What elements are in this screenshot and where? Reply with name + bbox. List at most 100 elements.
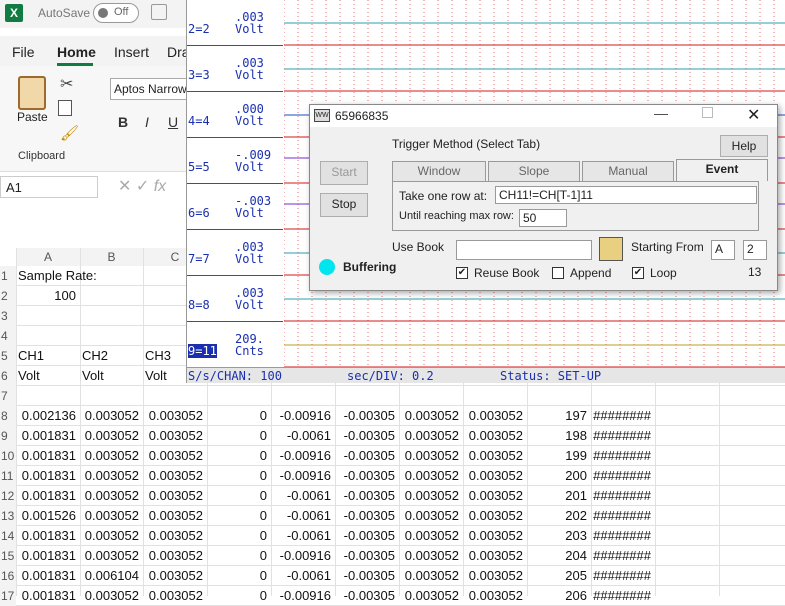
data-cell[interactable]: 0.003052 bbox=[463, 506, 527, 526]
data-cell[interactable]: ######## bbox=[591, 406, 655, 426]
channel-row[interactable]: .003 2=2 Volt bbox=[187, 0, 283, 46]
save-icon[interactable] bbox=[151, 4, 167, 20]
data-cell[interactable]: 0.003052 bbox=[143, 506, 207, 526]
data-cell[interactable]: 0.003052 bbox=[399, 486, 463, 506]
data-cell[interactable]: 0.003052 bbox=[399, 446, 463, 466]
data-cell[interactable]: 0 bbox=[207, 506, 271, 526]
format-painter-icon[interactable]: 🖌 bbox=[60, 124, 79, 142]
use-book-input[interactable] bbox=[456, 240, 592, 260]
data-cell[interactable]: 0.003052 bbox=[399, 586, 463, 606]
data-cell[interactable]: -0.0061 bbox=[271, 426, 335, 446]
paste-label[interactable]: Paste bbox=[17, 110, 48, 124]
cell-a2[interactable]: 100 bbox=[18, 286, 80, 306]
data-cell[interactable]: -0.00305 bbox=[335, 446, 399, 466]
data-cell[interactable]: -0.00305 bbox=[335, 486, 399, 506]
data-cell[interactable]: -0.00305 bbox=[335, 586, 399, 606]
data-cell[interactable]: 0.003052 bbox=[399, 466, 463, 486]
tab-window[interactable]: Window bbox=[392, 161, 486, 181]
data-cell[interactable]: 0.006104 bbox=[80, 566, 143, 586]
data-cell[interactable]: 0.003052 bbox=[143, 586, 207, 606]
data-cell[interactable]: 0.003052 bbox=[463, 586, 527, 606]
data-cell[interactable]: 0.003052 bbox=[463, 486, 527, 506]
row-header[interactable]: 6 bbox=[0, 366, 16, 386]
data-cell[interactable]: 0 bbox=[207, 546, 271, 566]
data-cell[interactable]: ######## bbox=[591, 506, 655, 526]
data-cell[interactable]: 0.003052 bbox=[399, 506, 463, 526]
data-cell[interactable]: -0.00916 bbox=[271, 546, 335, 566]
data-cell[interactable]: ######## bbox=[591, 566, 655, 586]
data-cell[interactable]: -0.0061 bbox=[271, 566, 335, 586]
row-header[interactable]: 15 bbox=[0, 546, 16, 566]
data-cell[interactable]: 0.003052 bbox=[80, 406, 143, 426]
data-cell[interactable]: 0.003052 bbox=[143, 526, 207, 546]
row-header[interactable]: 12 bbox=[0, 486, 16, 506]
data-cell[interactable]: 0 bbox=[207, 526, 271, 546]
copy-icon[interactable] bbox=[58, 100, 72, 116]
cell-a6[interactable]: Volt bbox=[18, 366, 80, 386]
channel-row[interactable]: .003 7=7 Volt bbox=[187, 230, 283, 276]
close-icon[interactable]: ✕ bbox=[747, 105, 760, 125]
row-header[interactable]: 10 bbox=[0, 446, 16, 466]
data-cell[interactable]: 204 bbox=[527, 546, 591, 566]
row-header[interactable]: 2 bbox=[0, 286, 16, 306]
data-cell[interactable]: 0 bbox=[207, 566, 271, 586]
name-box[interactable]: A1 bbox=[0, 176, 98, 198]
data-cell[interactable]: 0.003052 bbox=[143, 446, 207, 466]
data-cell[interactable]: 0.003052 bbox=[80, 546, 143, 566]
row-header[interactable]: 9 bbox=[0, 426, 16, 446]
data-cell[interactable]: 0.003052 bbox=[399, 406, 463, 426]
data-cell[interactable]: ######## bbox=[591, 486, 655, 506]
data-cell[interactable]: 0.001831 bbox=[16, 566, 80, 586]
data-cell[interactable]: 0.003052 bbox=[463, 466, 527, 486]
data-cell[interactable]: 0.003052 bbox=[463, 526, 527, 546]
row-header[interactable]: 8 bbox=[0, 406, 16, 426]
open-folder-icon[interactable] bbox=[599, 237, 623, 261]
data-cell[interactable]: -0.00305 bbox=[335, 406, 399, 426]
data-cell[interactable]: 0.003052 bbox=[463, 446, 527, 466]
data-cell[interactable]: 0.003052 bbox=[80, 526, 143, 546]
maximize-icon[interactable] bbox=[702, 107, 713, 118]
data-cell[interactable]: 200 bbox=[527, 466, 591, 486]
autosave-toggle[interactable]: Off bbox=[93, 3, 139, 23]
data-cell[interactable]: 202 bbox=[527, 506, 591, 526]
data-cell[interactable]: 205 bbox=[527, 566, 591, 586]
data-cell[interactable]: 0.001831 bbox=[16, 426, 80, 446]
data-cell[interactable]: 0.003052 bbox=[143, 566, 207, 586]
tab-event[interactable]: Event bbox=[676, 159, 768, 181]
data-cell[interactable]: 0.001526 bbox=[16, 506, 80, 526]
row-header[interactable]: 17 bbox=[0, 586, 16, 606]
row-header[interactable]: 11 bbox=[0, 466, 16, 486]
data-cell[interactable]: 0 bbox=[207, 426, 271, 446]
max-row-input[interactable]: 50 bbox=[519, 209, 567, 227]
data-cell[interactable]: 0.003052 bbox=[80, 506, 143, 526]
data-cell[interactable]: 199 bbox=[527, 446, 591, 466]
data-cell[interactable]: 197 bbox=[527, 406, 591, 426]
channel-row[interactable]: .003 3=3 Volt bbox=[187, 46, 283, 92]
data-cell[interactable]: 0.001831 bbox=[16, 546, 80, 566]
data-cell[interactable]: ######## bbox=[591, 466, 655, 486]
data-cell[interactable]: 0.003052 bbox=[80, 426, 143, 446]
row-header[interactable]: 4 bbox=[0, 326, 16, 346]
data-cell[interactable]: -0.00916 bbox=[271, 446, 335, 466]
channel-row[interactable]: .000 4=4 Volt bbox=[187, 92, 283, 138]
start-row-input[interactable]: 2 bbox=[743, 240, 767, 260]
font-name-box[interactable]: Aptos Narrow bbox=[110, 78, 190, 100]
data-cell[interactable]: 0.003052 bbox=[143, 466, 207, 486]
stop-button[interactable]: Stop bbox=[320, 193, 368, 217]
tab-slope[interactable]: Slope bbox=[488, 161, 580, 181]
data-cell[interactable]: 0.003052 bbox=[463, 546, 527, 566]
minimize-icon[interactable]: — bbox=[654, 105, 668, 121]
data-cell[interactable]: 0.003052 bbox=[399, 426, 463, 446]
data-cell[interactable]: -0.00305 bbox=[335, 566, 399, 586]
data-cell[interactable]: 0.003052 bbox=[399, 526, 463, 546]
data-cell[interactable]: 0 bbox=[207, 486, 271, 506]
row-header[interactable]: 3 bbox=[0, 306, 16, 326]
start-button[interactable]: Start bbox=[320, 161, 368, 185]
data-cell[interactable]: 203 bbox=[527, 526, 591, 546]
data-cell[interactable]: ######## bbox=[591, 546, 655, 566]
append-checkbox[interactable] bbox=[552, 267, 564, 279]
data-cell[interactable]: -0.00916 bbox=[271, 586, 335, 606]
data-cell[interactable]: 0.002136 bbox=[16, 406, 80, 426]
paste-icon[interactable] bbox=[18, 76, 46, 110]
tab-insert[interactable]: Insert bbox=[114, 44, 149, 60]
